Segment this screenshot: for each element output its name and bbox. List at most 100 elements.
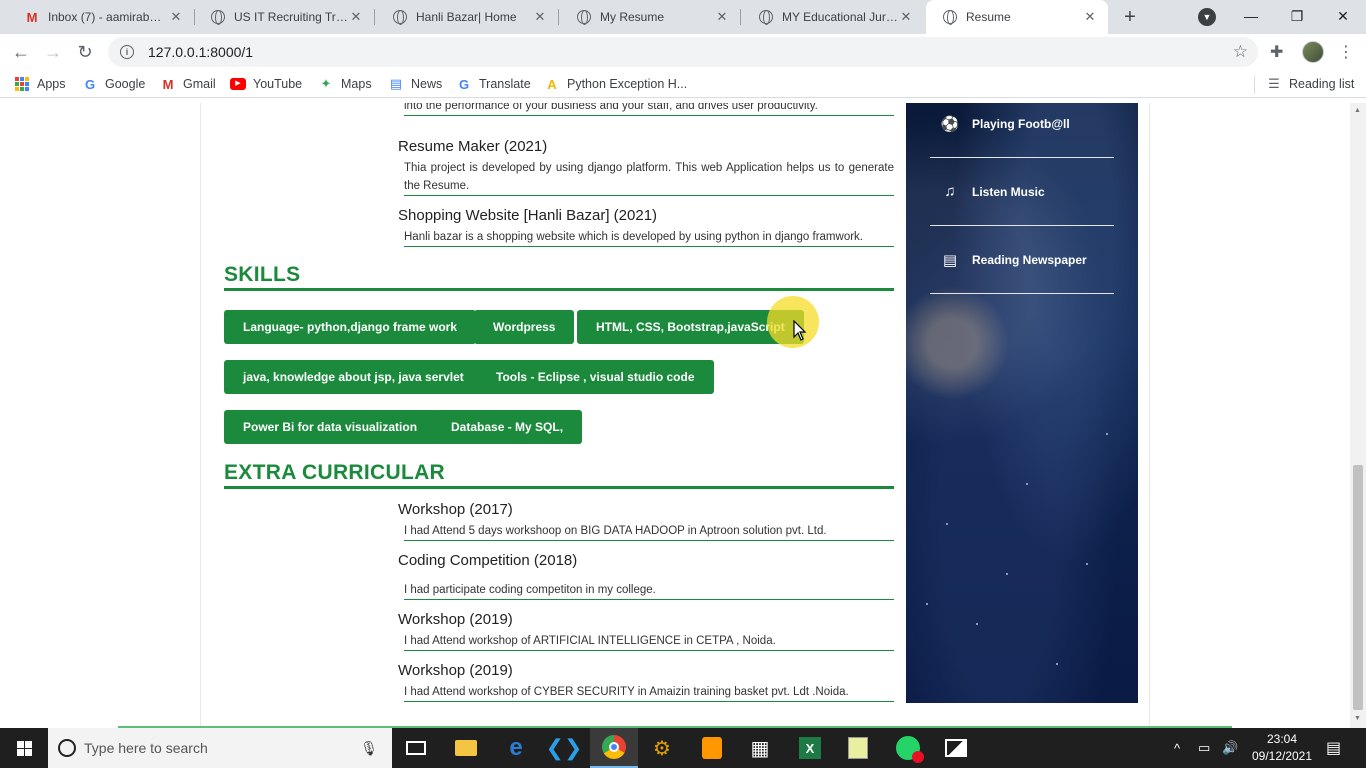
vscode-icon[interactable]: ❮❯: [540, 728, 588, 768]
excel-icon[interactable]: X: [786, 728, 834, 768]
close-icon[interactable]: ✕: [714, 9, 730, 25]
minimize-button[interactable]: —: [1228, 0, 1274, 32]
bookmark-label: Gmail: [183, 77, 216, 91]
new-tab-button[interactable]: +: [1118, 5, 1142, 29]
activity-description: I had participate coding competiton in m…: [404, 581, 894, 600]
search-placeholder: Type here to search: [84, 740, 208, 756]
address-bar[interactable]: i 127.0.0.1:8000/1 ☆: [108, 37, 1258, 67]
close-icon[interactable]: ✕: [168, 9, 184, 25]
reading-list-button[interactable]: ☰ Reading list: [1266, 75, 1354, 93]
restore-button[interactable]: ❐: [1274, 0, 1320, 32]
close-icon[interactable]: ✕: [898, 9, 914, 25]
url-text[interactable]: 127.0.0.1:8000/1: [148, 44, 253, 60]
activity-title: Workshop (2019): [398, 611, 513, 628]
activity-description: I had Attend 5 days workshoop on BIG DAT…: [404, 522, 894, 541]
project-description: Hanli bazar is a shopping website which …: [404, 228, 894, 247]
gmail-icon: M: [162, 76, 174, 92]
store-icon[interactable]: ▦: [736, 728, 784, 768]
reading-list-icon: ☰: [1268, 76, 1280, 91]
taskbar-search[interactable]: Type here to search 🎙: [48, 728, 392, 768]
resume-page: into the performance of your business an…: [0, 103, 1350, 728]
microphone-icon[interactable]: 🎙: [360, 740, 378, 757]
forward-arrow-icon[interactable]: →: [40, 40, 66, 64]
bookmark-label: Google: [105, 77, 146, 91]
system-clock[interactable]: 23:04 09/12/2021: [1250, 731, 1314, 765]
activity-title: Workshop (2019): [398, 662, 513, 679]
extensions-puzzle-icon[interactable]: ✚: [1270, 42, 1283, 62]
tab-strip: M Inbox (7) - aamirabbas ✕ US IT Recruit…: [0, 0, 1366, 34]
bookmark-label: Apps: [37, 77, 66, 91]
network-icon[interactable]: ▭: [1198, 728, 1210, 768]
tab-gmail[interactable]: M Inbox (7) - aamirabbas ✕: [8, 0, 194, 34]
hobby-label: Playing Footb@ll: [972, 116, 1070, 131]
bookmark-apps[interactable]: Apps: [14, 75, 66, 93]
reload-icon[interactable]: ↻: [72, 40, 98, 64]
tab-educational-jurney[interactable]: MY Educational Jurney ✕: [742, 0, 924, 34]
project-description-partial: into the performance of your business an…: [404, 103, 894, 116]
close-icon[interactable]: ✕: [532, 9, 548, 25]
bookmark-maps[interactable]: ✦ Maps: [318, 75, 372, 93]
activity-title: Workshop (2017): [398, 501, 513, 518]
globe-icon: [392, 9, 408, 25]
show-hidden-icons-chevron[interactable]: ^: [1174, 728, 1180, 768]
newspaper-icon: ▤: [942, 251, 958, 269]
bookmark-translate[interactable]: G Translate: [456, 75, 531, 93]
hobby-item: ▤ Reading Newspaper: [930, 226, 1114, 294]
news-icon: ▤: [389, 76, 403, 91]
profile-avatar[interactable]: [1302, 41, 1324, 63]
whatsapp-icon[interactable]: [884, 728, 932, 768]
tab-search-icon[interactable]: ▼: [1198, 8, 1216, 26]
youtube-icon: ▶: [230, 76, 246, 92]
edge-browser-icon[interactable]: e: [492, 728, 540, 768]
settings-app-icon[interactable]: ⚙: [638, 728, 686, 768]
back-arrow-icon[interactable]: ←: [8, 40, 34, 64]
bookmark-google[interactable]: G Google: [82, 75, 145, 93]
tab-title: MY Educational Jurney: [782, 10, 898, 24]
window-close-button[interactable]: ✕: [1320, 0, 1366, 32]
globe-icon: [210, 9, 226, 25]
reading-list-label: Reading list: [1289, 77, 1355, 91]
skill-badge: Wordpress: [474, 310, 575, 344]
sublime-text-icon[interactable]: [688, 728, 736, 768]
project-description: Thia project is developed by using djang…: [404, 159, 894, 196]
bookmark-star-icon[interactable]: ☆: [1233, 42, 1248, 62]
close-icon[interactable]: ✕: [1082, 9, 1098, 25]
scroll-down-arrow-icon[interactable]: ▼: [1354, 715, 1361, 722]
bookmark-news[interactable]: ▤ News: [388, 75, 442, 93]
hobby-item: ⚽ Playing Footb@ll: [930, 103, 1114, 158]
bookmark-youtube[interactable]: ▶ YouTube: [230, 75, 302, 93]
skill-badge: Power Bi for data visualization: [224, 410, 437, 444]
bookmark-gmail[interactable]: M Gmail: [160, 75, 216, 93]
chrome-icon[interactable]: [590, 728, 638, 768]
skill-badge: Tools - Eclipse , visual studio code: [477, 360, 714, 394]
tab-hanli-bazar[interactable]: Hanli Bazar| Home ✕: [376, 0, 558, 34]
google-icon: G: [84, 76, 96, 92]
bookmark-python-exception[interactable]: A Python Exception H...: [544, 75, 687, 93]
photos-icon[interactable]: [932, 728, 980, 768]
volume-icon[interactable]: 🔊: [1222, 728, 1238, 768]
start-button[interactable]: [0, 728, 48, 768]
activity-description: I had Attend workshop of CYBER SECURITY …: [404, 683, 894, 702]
scroll-up-arrow-icon[interactable]: ▲: [1354, 107, 1361, 114]
close-icon[interactable]: ✕: [348, 9, 364, 25]
activity-title: Coding Competition (2018): [398, 552, 578, 569]
tab-my-resume[interactable]: My Resume ✕: [560, 0, 740, 34]
tab-resume[interactable]: Resume ✕: [926, 0, 1108, 34]
info-icon[interactable]: i: [120, 45, 134, 59]
scroll-thumb[interactable]: [1353, 465, 1363, 710]
page-scrollbar[interactable]: ▲ ▼: [1350, 103, 1366, 728]
tab-title: Resume: [966, 10, 1011, 24]
notifications-icon[interactable]: ▤: [1326, 728, 1341, 768]
project-title: Shopping Website [Hanli Bazar] (2021): [398, 207, 658, 224]
translate-icon: G: [458, 76, 470, 92]
file-explorer-icon[interactable]: [442, 728, 490, 768]
tab-us-it-recruiting[interactable]: US IT Recruiting Trainin ✕: [194, 0, 374, 34]
menu-kebab-icon[interactable]: ⋮: [1338, 42, 1354, 62]
bookmarks-bar: Apps G Google M Gmail ▶ YouTube ✦ Maps ▤…: [0, 70, 1366, 98]
tab-title: Hanli Bazar| Home: [416, 10, 517, 24]
task-view-icon[interactable]: [392, 728, 440, 768]
clock-time: 23:04: [1266, 732, 1298, 746]
bookmark-label: Translate: [479, 77, 531, 91]
skills-heading: SKILLS: [224, 263, 894, 291]
notepad-icon[interactable]: [834, 728, 882, 768]
